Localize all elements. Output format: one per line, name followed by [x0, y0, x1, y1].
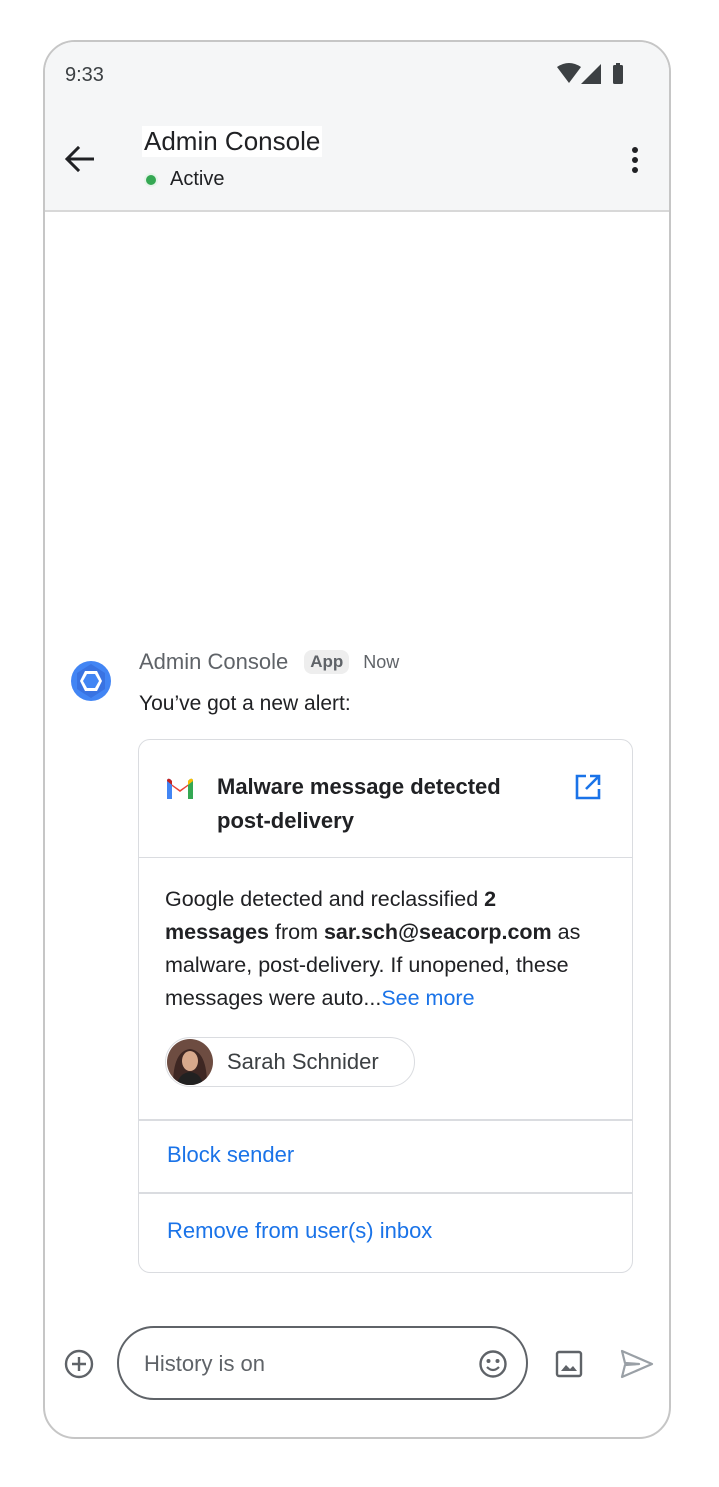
block-sender-button[interactable]: Block sender: [167, 1142, 294, 1168]
battery-icon: [613, 63, 623, 84]
see-more-link[interactable]: See more: [381, 986, 474, 1010]
message-text: You’ve got a new alert:: [139, 692, 351, 715]
user-chip[interactable]: Sarah Schnider: [165, 1037, 415, 1087]
phone-frame: 9:33 Admin Console Active Admin Console …: [43, 40, 671, 1439]
more-options-button[interactable]: [621, 140, 649, 180]
status-time: 9:33: [65, 64, 104, 86]
back-button[interactable]: [59, 139, 99, 179]
message-time: Now: [363, 651, 400, 672]
wifi-icon: [557, 63, 581, 83]
presence-status: Active: [144, 168, 224, 191]
message-header: Admin Console App Now: [139, 649, 399, 675]
alert-title: Malware message detected post-delivery: [217, 774, 501, 833]
signal-icon: [581, 64, 601, 84]
more-vert-icon: [632, 147, 638, 173]
active-dot-icon: [144, 172, 158, 187]
sender-name: Admin Console: [139, 649, 289, 674]
divider: [139, 1192, 632, 1194]
image-icon[interactable]: [555, 1350, 583, 1378]
add-circle-icon[interactable]: [63, 1348, 95, 1380]
admin-console-avatar: [70, 660, 112, 702]
alert-body-text: from: [269, 920, 324, 944]
open-in-new-icon[interactable]: [574, 773, 602, 801]
alert-body-text: Google detected and reclassified: [165, 887, 485, 911]
alert-card-header: Malware message detected post-delivery: [139, 740, 632, 858]
sender-email: sar.sch@seacorp.com: [323, 920, 552, 944]
message-input-placeholder: History is on: [144, 1351, 266, 1376]
send-icon[interactable]: [619, 1348, 655, 1380]
app-badge: App: [304, 650, 350, 674]
page-title: Admin Console: [142, 126, 323, 157]
user-chip-name: Sarah Schnider: [227, 1049, 379, 1074]
presence-label: Active: [170, 168, 225, 190]
message-input[interactable]: History is on: [117, 1326, 528, 1400]
alert-card: Malware message detected post-delivery G…: [138, 739, 633, 1273]
gmail-icon: [167, 778, 193, 799]
admin-hexagon-icon: [71, 661, 111, 701]
remove-from-inbox-button[interactable]: Remove from user(s) inbox: [167, 1218, 432, 1244]
app-bar: 9:33 Admin Console Active: [45, 42, 669, 212]
status-icons: [557, 62, 633, 86]
alert-body: Google detected and reclassified 2 messa…: [165, 883, 605, 1015]
divider: [139, 1119, 632, 1121]
back-arrow-icon: [64, 146, 94, 172]
avatar: [167, 1039, 213, 1085]
emoji-icon[interactable]: [478, 1349, 508, 1379]
